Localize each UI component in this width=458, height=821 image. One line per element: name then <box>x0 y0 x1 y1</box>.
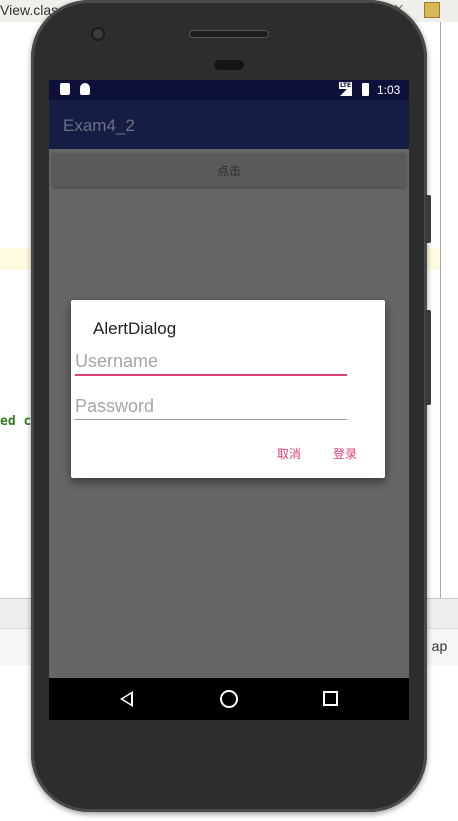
proximity-sensor <box>214 60 244 70</box>
login-button[interactable]: 登录 <box>333 445 357 462</box>
ide-file-icon <box>424 2 440 18</box>
back-icon-inner <box>123 694 131 704</box>
sd-card-icon <box>60 83 70 95</box>
alert-dialog: AlertDialog 取消 登录 <box>71 300 385 478</box>
ide-right-panel <box>440 22 458 607</box>
app-bar: Exam4_2 <box>49 100 409 149</box>
home-icon[interactable] <box>220 690 238 708</box>
dialog-title: AlertDialog <box>93 319 177 338</box>
app-title: Exam4_2 <box>63 116 135 135</box>
status-bar: LTE 1:03 <box>49 80 409 100</box>
click-button[interactable]: 点击 <box>52 153 406 187</box>
earpiece-speaker <box>189 30 269 38</box>
navigation-bar <box>49 678 409 720</box>
front-camera <box>91 27 105 41</box>
password-input[interactable] <box>75 393 347 420</box>
lte-label: LTE <box>339 82 353 89</box>
battery-icon <box>362 83 369 96</box>
cancel-button[interactable]: 取消 <box>277 445 301 462</box>
device-screen: LTE 1:03 Exam4_2 点击 AlertDialog 取消 登录 <box>49 80 409 720</box>
username-input[interactable] <box>75 348 347 376</box>
volume-button[interactable] <box>425 310 431 405</box>
recents-icon[interactable] <box>323 691 338 706</box>
power-button[interactable] <box>425 195 431 243</box>
android-icon <box>80 83 90 95</box>
status-time: 1:03 <box>377 83 401 97</box>
ide-code-fragment: ed c <box>0 414 32 429</box>
